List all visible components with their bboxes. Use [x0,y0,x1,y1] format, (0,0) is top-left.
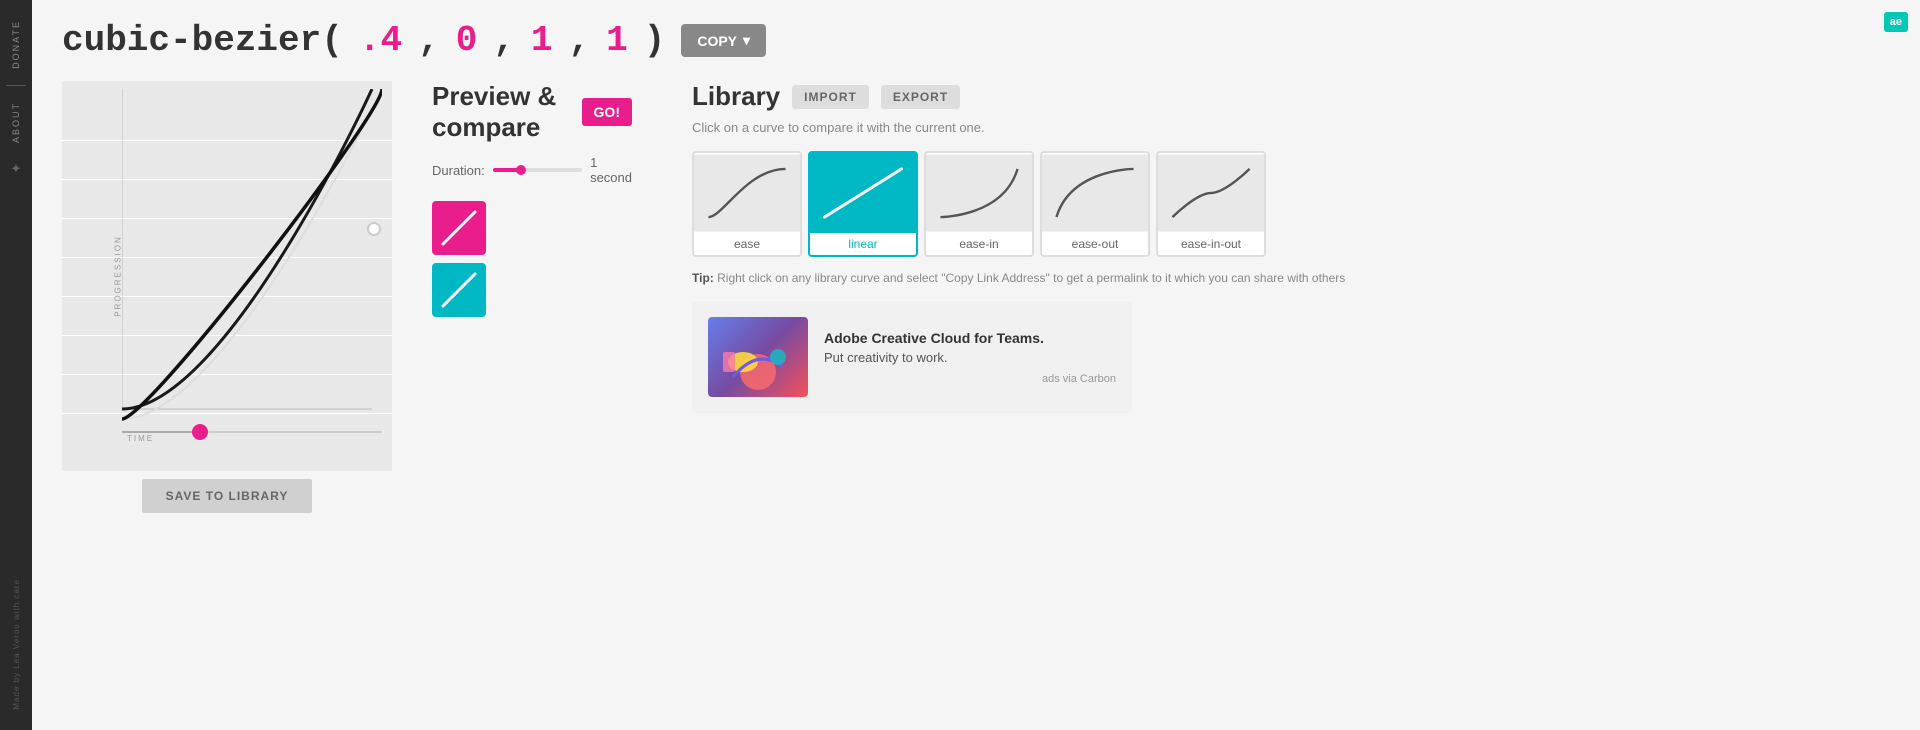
control-point[interactable] [367,222,381,236]
content-row: PROGRESSION [62,81,1890,513]
sidebar-asterisk: ✦ [11,161,22,177]
preview-box-pink [432,201,486,255]
formula-param4: 1 [606,20,628,61]
library-header: Library IMPORT EXPORT [692,81,1890,112]
sidebar: DONATE About ✦ Made by Lea Verou with ca… [0,0,32,730]
formula-comma1: , [418,20,440,61]
formula-prefix: cubic-bezier( [62,20,343,61]
main-content: cubic-bezier( .4, 0, 1, 1) COPY ▾ PROGRESSIO… [32,0,1920,730]
duration-row: Duration: 1 second [432,155,632,185]
preview-boxes [432,201,632,317]
y-axis-label: PROGRESSION [113,235,122,317]
ease-in-out-curve-svg [1158,153,1264,233]
duration-value: 1 second [590,155,632,185]
ad-panel[interactable]: Adobe Creative Cloud for Teams. Put crea… [692,301,1132,413]
formula-param2: 0 [456,20,478,61]
ease-out-curve-svg [1042,153,1148,233]
formula-param1: .4 [359,20,402,61]
curve-card-ease-in[interactable]: ease-in [924,151,1034,257]
ease-in-curve-svg [926,153,1032,233]
export-button[interactable]: EXPORT [881,85,960,109]
curve-card-ease-in-out[interactable]: ease-in-out [1156,151,1266,257]
copy-label: COPY [697,33,737,49]
sidebar-divider [6,85,26,86]
ease-out-label: ease-out [1042,233,1148,255]
copy-button[interactable]: COPY ▾ [681,24,766,57]
preview-header: Preview & compare GO! [432,81,632,143]
ease-in-out-label: ease-in-out [1158,233,1264,255]
ad-via: ads via Carbon [824,373,1116,385]
linear-curve-svg [810,153,916,233]
duration-slider[interactable] [493,168,582,172]
library-curves: ease linear ease-in [692,151,1890,257]
ease-in-label: ease-in [926,233,1032,255]
ease-label: ease [694,233,800,255]
ad-title: Adobe Creative Cloud for Teams. [824,330,1116,346]
ad-image-decor [708,317,808,397]
ad-image [708,317,808,397]
tip-content: Right click on any library curve and sel… [714,271,1346,285]
preview-box-teal [432,263,486,317]
graph-panel: PROGRESSION [62,81,392,513]
preview-title: Preview & compare [432,81,570,143]
time-slider-track[interactable] [122,431,382,433]
formula-comma3: , [569,20,591,61]
formula-suffix: ) [644,20,666,61]
sidebar-about[interactable]: About [11,90,21,155]
import-button[interactable]: IMPORT [792,85,869,109]
curve-card-ease-out[interactable]: ease-out [1040,151,1150,257]
sidebar-credit: Made by Lea Verou with care [12,579,21,710]
x-axis-label: TIME [127,434,154,443]
save-to-library-button[interactable]: SAVE TO LIBRARY [142,479,313,513]
copy-arrow: ▾ [743,32,750,49]
main-curve [122,89,382,434]
preview-curve-pink [439,208,479,248]
curve-card-linear[interactable]: linear [808,151,918,257]
bezier-graph[interactable]: PROGRESSION [62,81,392,471]
duration-thumb[interactable] [516,165,526,175]
time-slider-area [122,431,382,433]
curve-card-ease[interactable]: ease [692,151,802,257]
preview-curve-teal [439,270,479,310]
ad-content: Adobe Creative Cloud for Teams. Put crea… [824,330,1116,385]
library-subtitle: Click on a curve to compare it with the … [692,120,1890,135]
linear-label: linear [810,233,916,255]
ad-subtitle: Put creativity to work. [824,350,1116,365]
sidebar-donate[interactable]: DONATE [11,8,21,81]
ease-curve-svg [694,153,800,233]
library-panel: Library IMPORT EXPORT Click on a curve t… [672,81,1890,513]
time-slider-thumb[interactable] [192,424,208,440]
formula-display: cubic-bezier( .4, 0, 1, 1) COPY ▾ [62,20,1890,61]
go-button[interactable]: GO! [582,98,632,126]
formula-param3: 1 [531,20,553,61]
duration-label: Duration: [432,163,485,178]
library-title: Library [692,81,780,112]
tip-label: Tip: [692,271,714,285]
tip-text: Tip: Right click on any library curve an… [692,271,1890,285]
preview-panel: Preview & compare GO! Duration: 1 second [432,81,632,513]
formula-comma2: , [493,20,515,61]
